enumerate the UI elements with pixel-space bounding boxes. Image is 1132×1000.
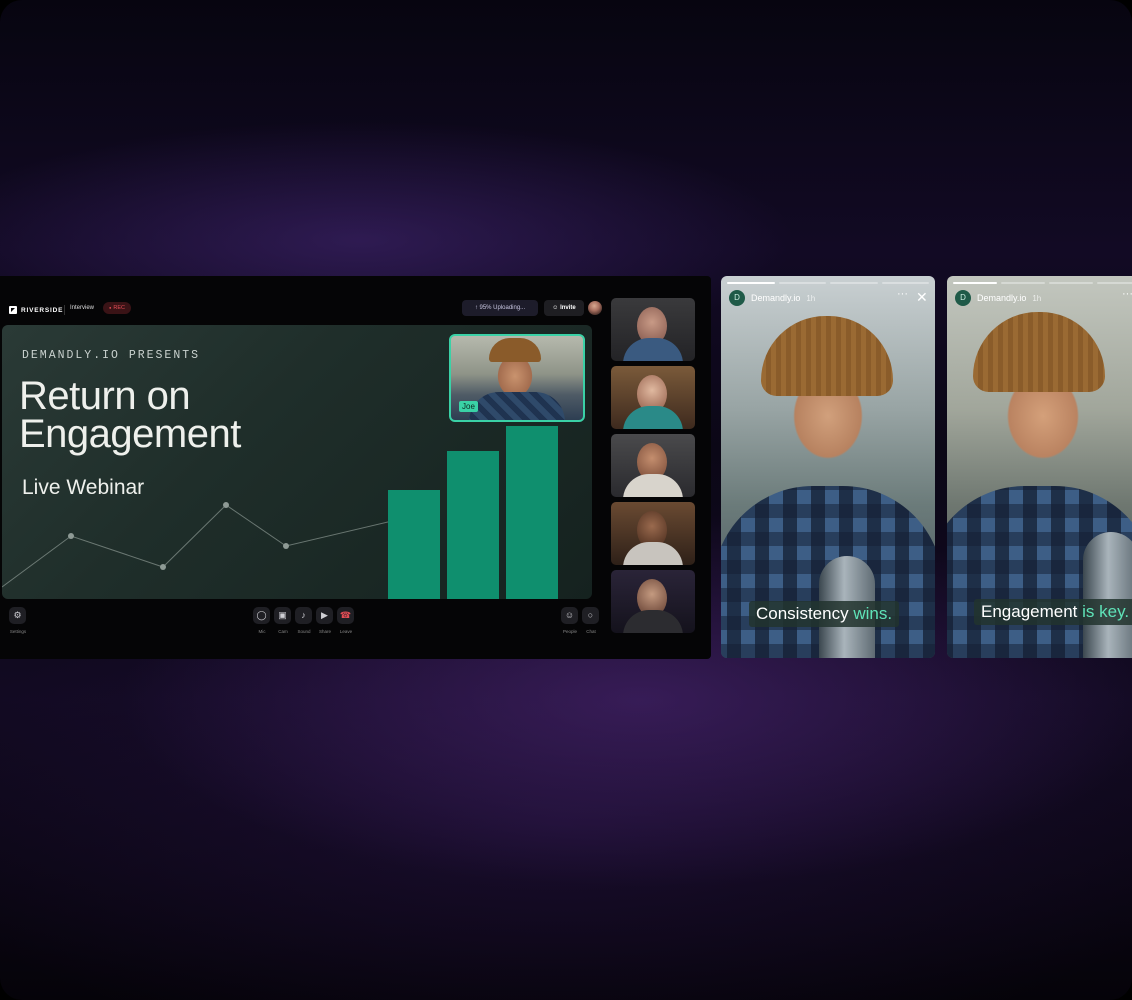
participant-tile[interactable]	[611, 434, 695, 497]
chart-bar	[447, 451, 499, 599]
trend-point	[223, 502, 229, 508]
cam-button[interactable]: ▣	[274, 607, 291, 624]
studio-controls: ⚙ Settings ◯ Mic ▣ Cam ♪ Sound ▶ Share ☎…	[0, 607, 611, 637]
progress-segment	[1097, 282, 1132, 284]
people-icon: ☺	[564, 610, 575, 620]
riverside-logo: RIVERSIDE	[9, 306, 63, 314]
account-handle[interactable]: Demandly.io	[751, 293, 800, 303]
progress-segment	[830, 282, 878, 284]
studio-window: RIVERSIDE Interview REC ↑ 95% Uploading.…	[0, 276, 711, 659]
invite-button[interactable]: ☺ Invite	[544, 300, 584, 316]
leave-button[interactable]: ☎	[337, 607, 354, 624]
trend-point	[160, 564, 166, 570]
brand-name: RIVERSIDE	[21, 306, 64, 314]
page-background: RIVERSIDE Interview REC ↑ 95% Uploading.…	[0, 0, 1132, 1000]
progress-segment	[1001, 282, 1045, 284]
sound-button[interactable]: ♪	[295, 607, 312, 624]
progress-segment	[1049, 282, 1093, 284]
invite-icon: ☺	[552, 305, 559, 311]
trend-point	[68, 533, 74, 539]
share-button[interactable]: ▶	[316, 607, 333, 624]
invite-label: Invite	[560, 305, 576, 311]
mic-icon: ◯	[256, 610, 267, 620]
speaker-icon: ♪	[301, 610, 306, 620]
recording-badge: REC	[103, 302, 132, 314]
microphone	[1083, 532, 1132, 658]
session-name: Interview	[70, 305, 95, 311]
participant-tile[interactable]	[611, 298, 695, 361]
post-age: 1h	[1032, 293, 1042, 303]
participant-torso	[623, 406, 683, 429]
more-options-icon[interactable]: ···	[897, 288, 908, 300]
pip-jacket	[469, 392, 565, 420]
story-caption: Engagement is key.	[974, 599, 1132, 625]
account-handle[interactable]: Demandly.io	[977, 293, 1026, 303]
chart-bar	[388, 490, 440, 599]
chat-icon: ○	[587, 610, 594, 620]
story-progress	[727, 282, 929, 284]
account-avatar[interactable]: D	[729, 290, 745, 306]
upload-status: 95% Uploading...	[479, 305, 526, 311]
trend-line	[2, 504, 393, 588]
slide-title-line1: Return on	[19, 374, 191, 418]
camera-icon: ▣	[278, 610, 287, 620]
progress-segment	[953, 282, 997, 284]
user-avatar[interactable]	[588, 301, 602, 315]
share-screen-icon: ▶	[321, 610, 328, 620]
divider	[64, 305, 65, 315]
shared-slide: DEMANDLY.IO PRESENTS Return on Engagemen…	[2, 325, 592, 599]
participant-torso	[623, 338, 683, 361]
speaker-pip-video[interactable]: Joe	[449, 334, 585, 422]
slide-subtitle: Live Webinar	[22, 476, 145, 499]
story-caption: Consistency wins.	[749, 601, 900, 627]
gear-icon: ⚙	[13, 610, 22, 620]
chat-label: Chat	[586, 629, 596, 634]
rec-label: REC	[113, 305, 126, 311]
account-avatar[interactable]: D	[955, 290, 971, 306]
studio-topbar: RIVERSIDE Interview REC ↑ 95% Uploading.…	[0, 300, 611, 320]
slide-title-line2: Engagement	[19, 412, 241, 456]
people-button[interactable]: ☺	[561, 607, 578, 624]
phone-hangup-icon: ☎	[339, 610, 352, 620]
trend-point	[283, 543, 289, 549]
pip-beanie	[489, 338, 541, 362]
more-options-icon[interactable]: ···	[1122, 288, 1132, 300]
story-card[interactable]: D Demandly.io 1h ··· ✕ Consistency wins.	[721, 276, 935, 658]
slide-title: Return on Engagement	[19, 374, 241, 456]
upload-status-button[interactable]: ↑ 95% Uploading...	[462, 300, 538, 316]
riverside-logo-icon	[9, 306, 17, 314]
upload-icon: ↑	[474, 305, 478, 311]
participant-tile[interactable]	[611, 570, 695, 633]
caption-text: Engagement	[981, 602, 1078, 621]
slide-presents: DEMANDLY.IO PRESENTS	[22, 349, 201, 362]
participant-torso	[623, 542, 683, 565]
participant-torso	[623, 474, 683, 497]
progress-segment	[727, 282, 775, 284]
chart-bar	[506, 426, 558, 599]
story-card[interactable]: D Demandly.io 1h ··· Engagement is key.	[947, 276, 1132, 658]
post-age: 1h	[806, 293, 816, 303]
story-progress	[953, 282, 1132, 284]
pip-name-tag: Joe	[459, 401, 478, 412]
participant-torso	[623, 610, 683, 633]
caption-text: Consistency	[756, 604, 849, 623]
mic-button[interactable]: ◯	[253, 607, 270, 624]
caption-highlight: is key.	[1082, 602, 1130, 621]
settings-label: Settings	[9, 629, 27, 634]
progress-segment	[881, 282, 929, 284]
leave-label: Leave	[339, 629, 353, 634]
story-header: D Demandly.io 1h	[729, 290, 815, 306]
participant-tile[interactable]	[611, 366, 695, 429]
progress-segment	[778, 282, 826, 284]
story-header: D Demandly.io 1h	[955, 290, 1041, 306]
chat-button[interactable]: ○	[582, 607, 599, 624]
settings-button[interactable]: ⚙	[9, 607, 26, 624]
participant-tile[interactable]	[611, 502, 695, 565]
caption-highlight: wins.	[853, 604, 893, 623]
close-icon[interactable]: ✕	[916, 290, 928, 304]
